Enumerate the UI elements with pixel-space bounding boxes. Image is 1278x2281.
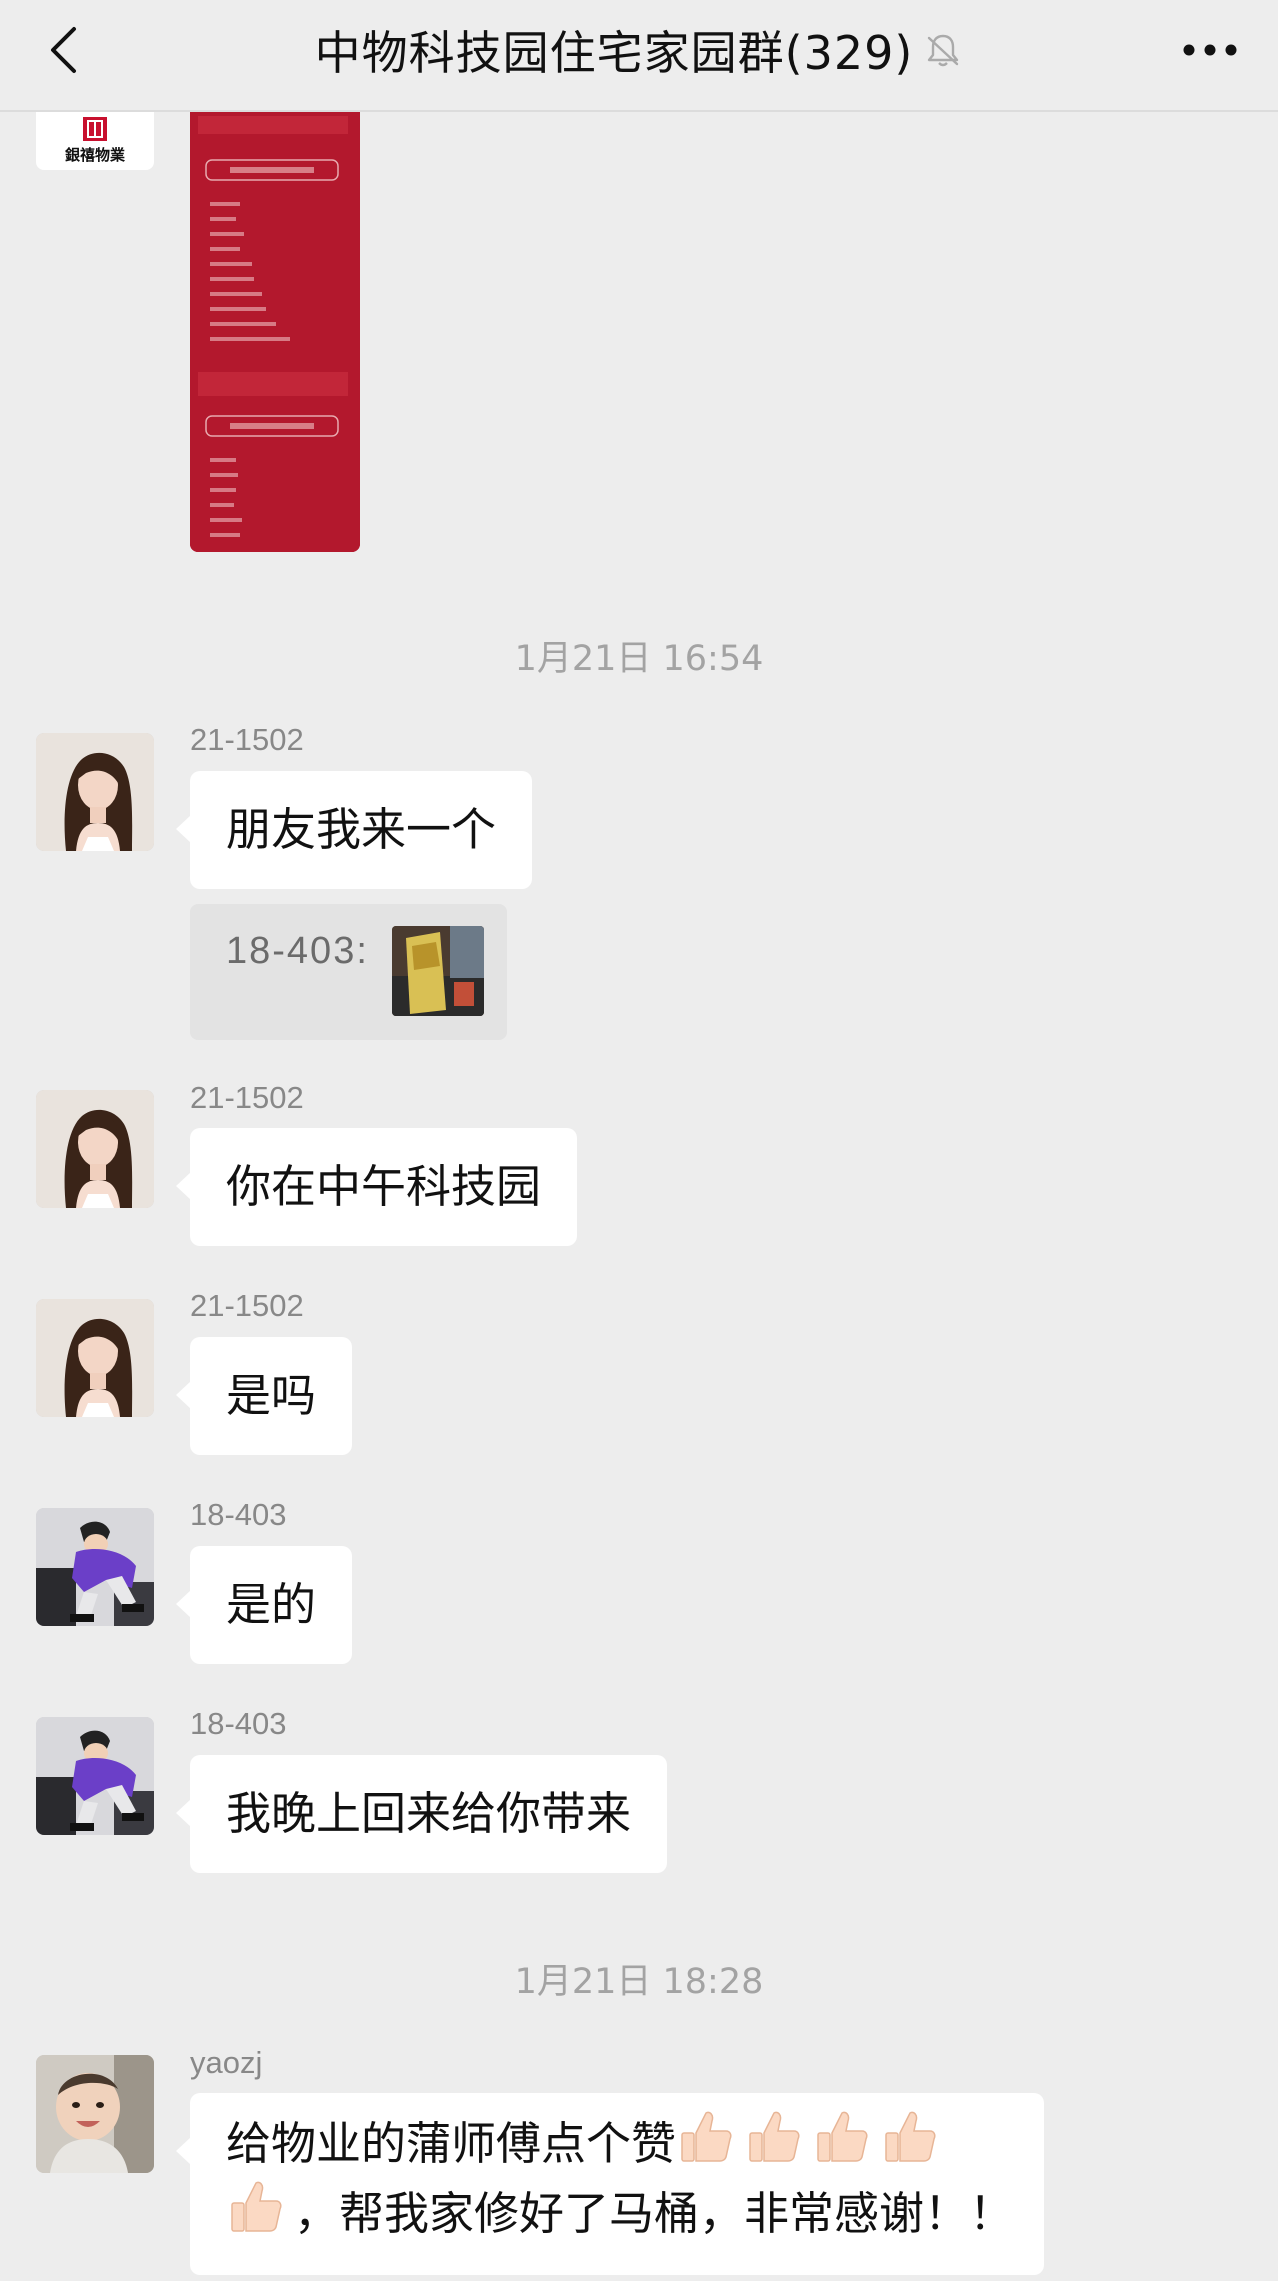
message-line-2: ，帮我家修好了马桶，非常感谢！！ (226, 2177, 1014, 2247)
message-bubble[interactable]: 是吗 (175, 1337, 353, 1455)
chat-title: 中物科技园住宅家园群(329) (314, 26, 914, 80)
poster-image[interactable] (190, 110, 360, 552)
chat-screen: 中物科技园住宅家园群(329) 銀禧物業 1月21日 16:54 21-1502… (0, 0, 1278, 2281)
sender-name: yaozj (190, 2045, 263, 2080)
more-button[interactable] (1182, 30, 1238, 70)
poster-graphic (190, 110, 360, 552)
message-text-line-2: ，帮我家修好了马桶，非常感谢！！ (294, 2187, 1015, 2240)
message-bubble[interactable]: 是的 (175, 1546, 353, 1664)
sender-name: 21-1502 (190, 1288, 304, 1323)
sender-name: 21-1502 (190, 1080, 304, 1115)
message-line-1: 给物业的蒲师傅点个赞 (226, 2107, 1008, 2177)
quoted-message[interactable]: 18-403: (190, 904, 507, 1040)
sender-name: 18-403 (190, 1706, 287, 1741)
mute-bell-icon (923, 30, 963, 70)
thumbs-up-icon (885, 2111, 936, 2162)
sender-name: 18-403 (190, 1497, 287, 1532)
avatar-21-1502[interactable] (36, 1299, 154, 1417)
thumbs-up-icon (681, 2111, 732, 2162)
thumbs-up-icon (231, 2181, 282, 2232)
timestamp: 1月21日 16:54 (514, 639, 764, 679)
girl-portrait (36, 1090, 154, 1208)
quote-sender: 18-403: (226, 930, 369, 972)
message-bubble[interactable]: 朋友我来一个 (175, 771, 533, 889)
avatar-18-403[interactable] (36, 1508, 154, 1626)
message-bubble[interactable]: 你在中午科技园 (175, 1128, 578, 1246)
more-dots-icon (1183, 44, 1237, 56)
title-wrap: 中物科技园住宅家园群(329) (0, 18, 1278, 82)
cartoon-avatar (36, 1508, 154, 1626)
avatar-21-1502[interactable] (36, 1090, 154, 1208)
avatar-21-1502[interactable] (36, 733, 154, 851)
avatar-18-403[interactable] (36, 1717, 154, 1835)
timestamp: 1月21日 18:28 (514, 1962, 764, 2002)
chat-header: 中物科技园住宅家园群(329) (0, 0, 1278, 112)
thumbnail-photo (392, 926, 484, 1016)
message-text-line-1: 给物业的蒲师傅点个赞 (226, 2117, 677, 2170)
thumbs-up-icon (749, 2111, 800, 2162)
avatar-yaozj[interactable] (36, 2055, 154, 2173)
thumbs-up-icon (817, 2111, 868, 2162)
baby-portrait (36, 2055, 154, 2173)
quote-thumbnail[interactable] (392, 926, 484, 1016)
girl-portrait (36, 1299, 154, 1417)
logo-text: 銀禧物業 (64, 146, 125, 164)
message-bubble[interactable]: 我晚上回来给你带来 (175, 1755, 668, 1873)
logo-mark-icon (83, 117, 107, 141)
cartoon-avatar (36, 1717, 154, 1835)
sender-name: 21-1502 (190, 722, 304, 757)
girl-portrait (36, 733, 154, 851)
message-bubble[interactable]: 给物业的蒲师傅点个赞 ，帮我家修好了马桶，非常感谢！！ (176, 2093, 1044, 2275)
